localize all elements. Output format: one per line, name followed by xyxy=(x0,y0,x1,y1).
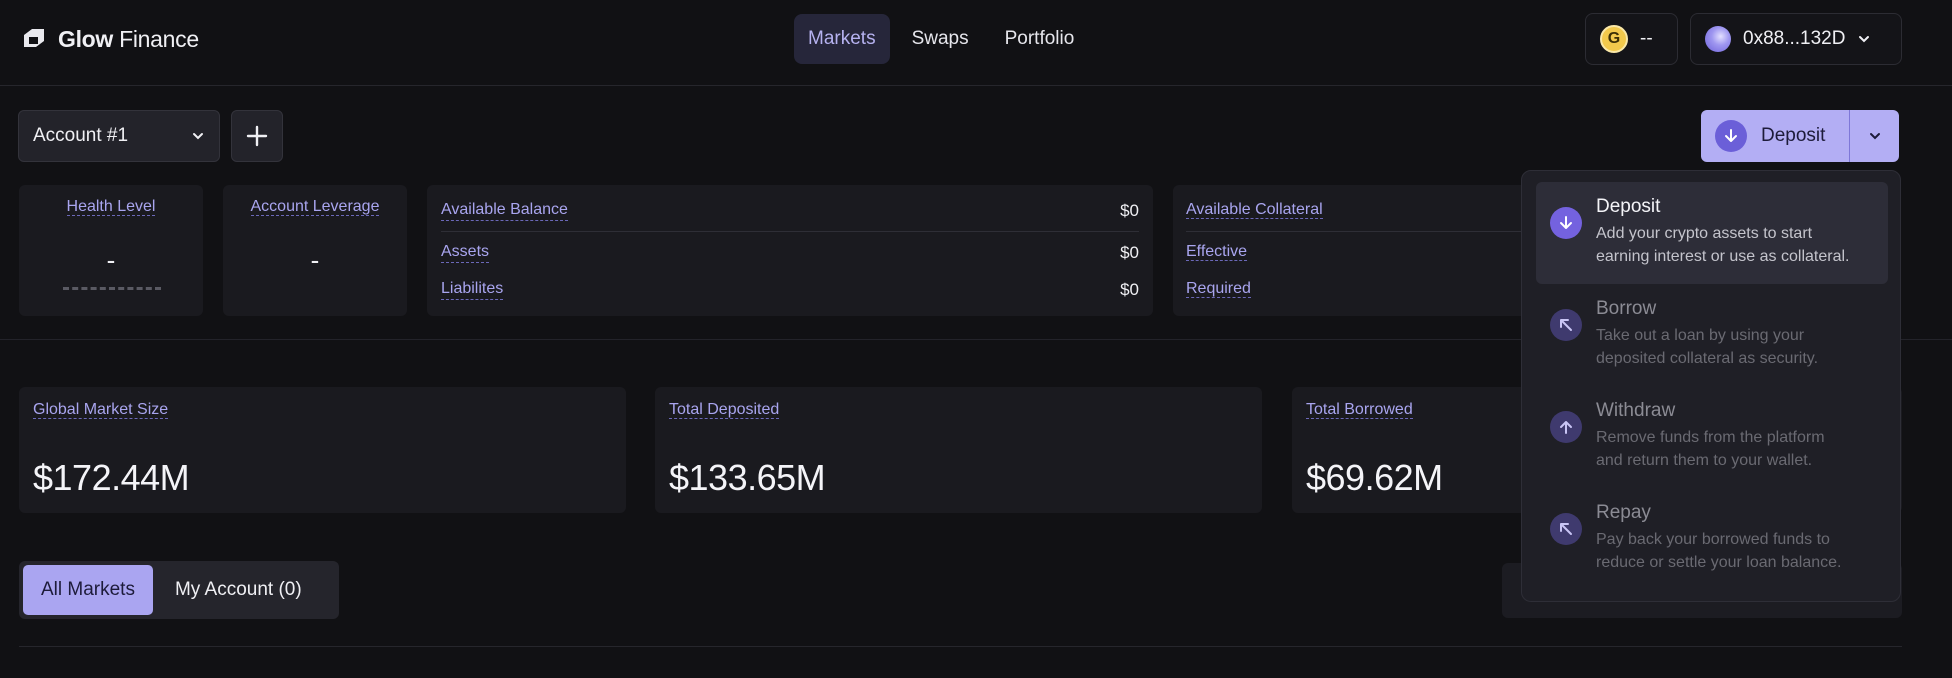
deposit-menu-toggle[interactable] xyxy=(1849,110,1899,162)
required-label[interactable]: Required xyxy=(1186,280,1251,298)
stat-label[interactable]: Global Market Size xyxy=(33,401,169,419)
arrow-down-icon xyxy=(1550,207,1582,239)
menu-item-withdraw[interactable]: Withdraw Remove funds from the platform a… xyxy=(1536,386,1888,488)
stat-value: $69.62M xyxy=(1306,457,1443,498)
health-level-label[interactable]: Health Level xyxy=(66,198,156,216)
health-level-card: Health Level - xyxy=(19,185,203,316)
plus-icon xyxy=(246,125,268,147)
wallet-address: 0x88...132D xyxy=(1743,28,1846,49)
health-level-value: - xyxy=(106,245,116,275)
arrow-up-icon xyxy=(1550,411,1582,443)
glow-logo-icon xyxy=(24,29,44,47)
menu-item-repay[interactable]: Repay Pay back your borrowed funds to red… xyxy=(1536,488,1888,590)
menu-item-title: Borrow xyxy=(1596,298,1657,319)
balance-card: Available Balance $0 Assets $0 Liabilite… xyxy=(427,185,1153,316)
table-divider xyxy=(19,646,1902,647)
token-balance-pill[interactable]: G -- xyxy=(1585,13,1678,65)
available-collateral-label[interactable]: Available Collateral xyxy=(1186,201,1323,219)
chevron-down-icon xyxy=(1859,36,1870,43)
glow-token-icon: G xyxy=(1600,25,1628,53)
nav-swaps[interactable]: Swaps xyxy=(898,14,983,64)
menu-item-desc: Remove funds from the platform and return… xyxy=(1596,429,1825,469)
menu-item-title: Withdraw xyxy=(1596,400,1676,421)
stat-card-global-market-size: Global Market Size $172.44M xyxy=(19,387,626,513)
chevron-down-icon xyxy=(193,133,203,140)
tab-my-account[interactable]: My Account (0) xyxy=(157,565,320,615)
health-level-meter xyxy=(63,287,161,290)
menu-item-deposit[interactable]: Deposit Add your crypto assets to start e… xyxy=(1536,182,1888,284)
account-select-value: Account #1 xyxy=(33,125,129,146)
menu-item-borrow[interactable]: Borrow Take out a loan by using your depo… xyxy=(1536,284,1888,386)
divider xyxy=(441,231,1139,232)
menu-item-desc: Take out a loan by using your deposited c… xyxy=(1596,327,1819,367)
assets-value: $0 xyxy=(1120,243,1139,262)
deposit-dropdown-menu: Deposit Add your crypto assets to start e… xyxy=(1521,170,1901,602)
stat-label[interactable]: Total Deposited xyxy=(669,401,780,419)
stat-label[interactable]: Total Borrowed xyxy=(1306,401,1413,419)
account-leverage-value: - xyxy=(310,245,320,275)
arrow-up-left-icon xyxy=(1550,309,1582,341)
nav-markets[interactable]: Markets xyxy=(794,14,890,64)
available-balance-value: $0 xyxy=(1120,201,1139,220)
market-tabs: All Markets My Account (0) xyxy=(19,561,339,619)
stat-value: $133.65M xyxy=(669,457,826,498)
account-leverage-label[interactable]: Account Leverage xyxy=(250,198,380,216)
liabilities-value: $0 xyxy=(1120,280,1139,299)
assets-label[interactable]: Assets xyxy=(441,243,490,263)
account-leverage-card: Account Leverage - xyxy=(223,185,407,316)
wallet-avatar-icon xyxy=(1705,26,1731,52)
effective-label[interactable]: Effective xyxy=(1186,243,1248,261)
account-select[interactable]: Account #1 xyxy=(18,110,220,162)
add-account-button[interactable] xyxy=(231,110,283,162)
menu-item-title: Deposit xyxy=(1596,196,1661,217)
main-nav: Markets Swaps Portfolio xyxy=(794,14,1088,64)
brand-name: Glow Finance xyxy=(58,25,199,52)
stat-card-total-deposited: Total Deposited $133.65M xyxy=(655,387,1262,513)
wallet-button[interactable]: 0x88...132D xyxy=(1690,13,1902,65)
menu-item-desc: Pay back your borrowed funds to reduce or… xyxy=(1596,531,1842,571)
collateral-card: Available Collateral Effective Required xyxy=(1173,185,1533,316)
tab-all-markets[interactable]: All Markets xyxy=(23,565,153,615)
menu-item-title: Repay xyxy=(1596,502,1651,523)
deposit-button-label: Deposit xyxy=(1761,125,1826,146)
chevron-down-icon xyxy=(1869,133,1880,140)
nav-portfolio[interactable]: Portfolio xyxy=(991,14,1089,64)
stat-value: $172.44M xyxy=(33,457,190,498)
token-balance: -- xyxy=(1640,28,1653,49)
divider xyxy=(1186,231,1533,232)
deposit-button[interactable]: Deposit xyxy=(1701,110,1849,162)
arrow-down-icon xyxy=(1715,120,1747,152)
menu-item-desc: Add your crypto assets to start earning i… xyxy=(1596,225,1850,265)
liabilities-label[interactable]: Liabilites xyxy=(441,280,504,300)
available-balance-label[interactable]: Available Balance xyxy=(441,201,568,221)
top-bar: Glow Finance Markets Swaps Portfolio G -… xyxy=(0,0,1952,86)
deposit-split-button: Deposit xyxy=(1701,110,1899,162)
logo[interactable]: Glow Finance xyxy=(20,25,199,53)
arrow-up-left-icon xyxy=(1550,513,1582,545)
